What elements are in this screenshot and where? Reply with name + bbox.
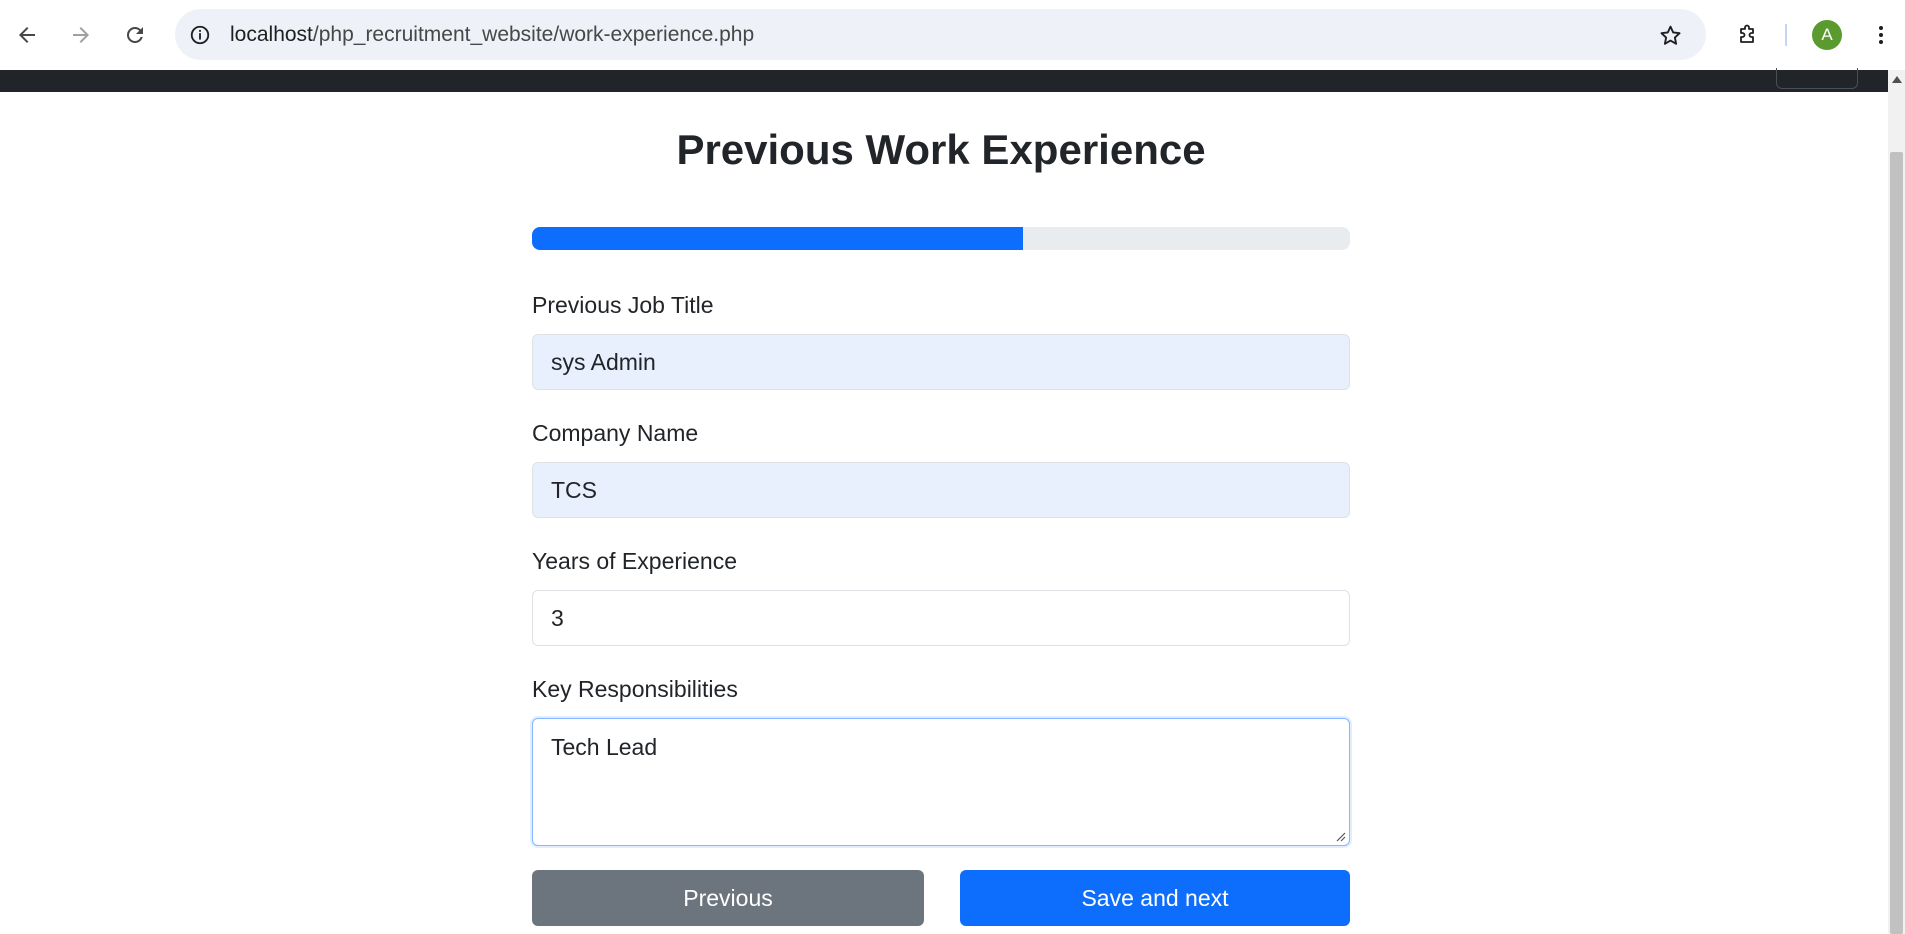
star-icon[interactable]	[1656, 21, 1684, 49]
previous-button[interactable]: Previous	[532, 870, 924, 926]
years-experience-input[interactable]	[532, 590, 1350, 646]
back-button[interactable]	[7, 15, 47, 55]
years-experience-label: Years of Experience	[532, 548, 738, 574]
kebab-menu-icon	[1879, 26, 1883, 44]
job-title-input[interactable]	[532, 334, 1350, 390]
url-text[interactable]: localhost/php_recruitment_website/work-e…	[230, 9, 754, 60]
site-navbar	[0, 68, 1888, 92]
responsibilities-textarea[interactable]: Tech Lead	[532, 718, 1350, 846]
progress-bar-fill	[532, 227, 1023, 250]
reload-button[interactable]	[115, 15, 155, 55]
job-title-label: Previous Job Title	[532, 292, 714, 318]
browser-toolbar: localhost/php_recruitment_website/work-e…	[0, 0, 1905, 70]
resize-grip-icon[interactable]	[1334, 830, 1346, 842]
reload-icon	[126, 26, 143, 43]
page-scrollbar[interactable]	[1888, 70, 1905, 934]
company-name-label: Company Name	[532, 420, 699, 446]
navbar-button-edge[interactable]	[1776, 68, 1858, 89]
page-title: Previous Work Experience	[676, 126, 1206, 173]
info-icon[interactable]	[187, 22, 212, 47]
puzzle-icon	[1740, 24, 1754, 43]
browser-menu-button[interactable]	[1861, 15, 1901, 55]
scrollbar-thumb[interactable]	[1890, 152, 1903, 934]
scroll-up-arrow-icon[interactable]	[1892, 76, 1902, 83]
forward-button[interactable]	[61, 15, 101, 55]
profile-avatar[interactable]: A	[1812, 20, 1842, 50]
responsibilities-label: Key Responsibilities	[532, 676, 738, 702]
extensions-button[interactable]	[1727, 15, 1767, 55]
save-and-next-button[interactable]: Save and next	[960, 870, 1350, 926]
toolbar-divider	[1785, 24, 1787, 46]
url-path: /php_recruitment_website/work-experience…	[312, 23, 755, 46]
progress-bar-track	[532, 227, 1350, 250]
url-host: localhost	[230, 23, 313, 46]
arrow-left-icon	[19, 27, 35, 43]
arrow-right-icon	[73, 27, 89, 43]
company-name-input[interactable]	[532, 462, 1350, 518]
address-bar[interactable]: localhost/php_recruitment_website/work-e…	[175, 9, 1706, 60]
